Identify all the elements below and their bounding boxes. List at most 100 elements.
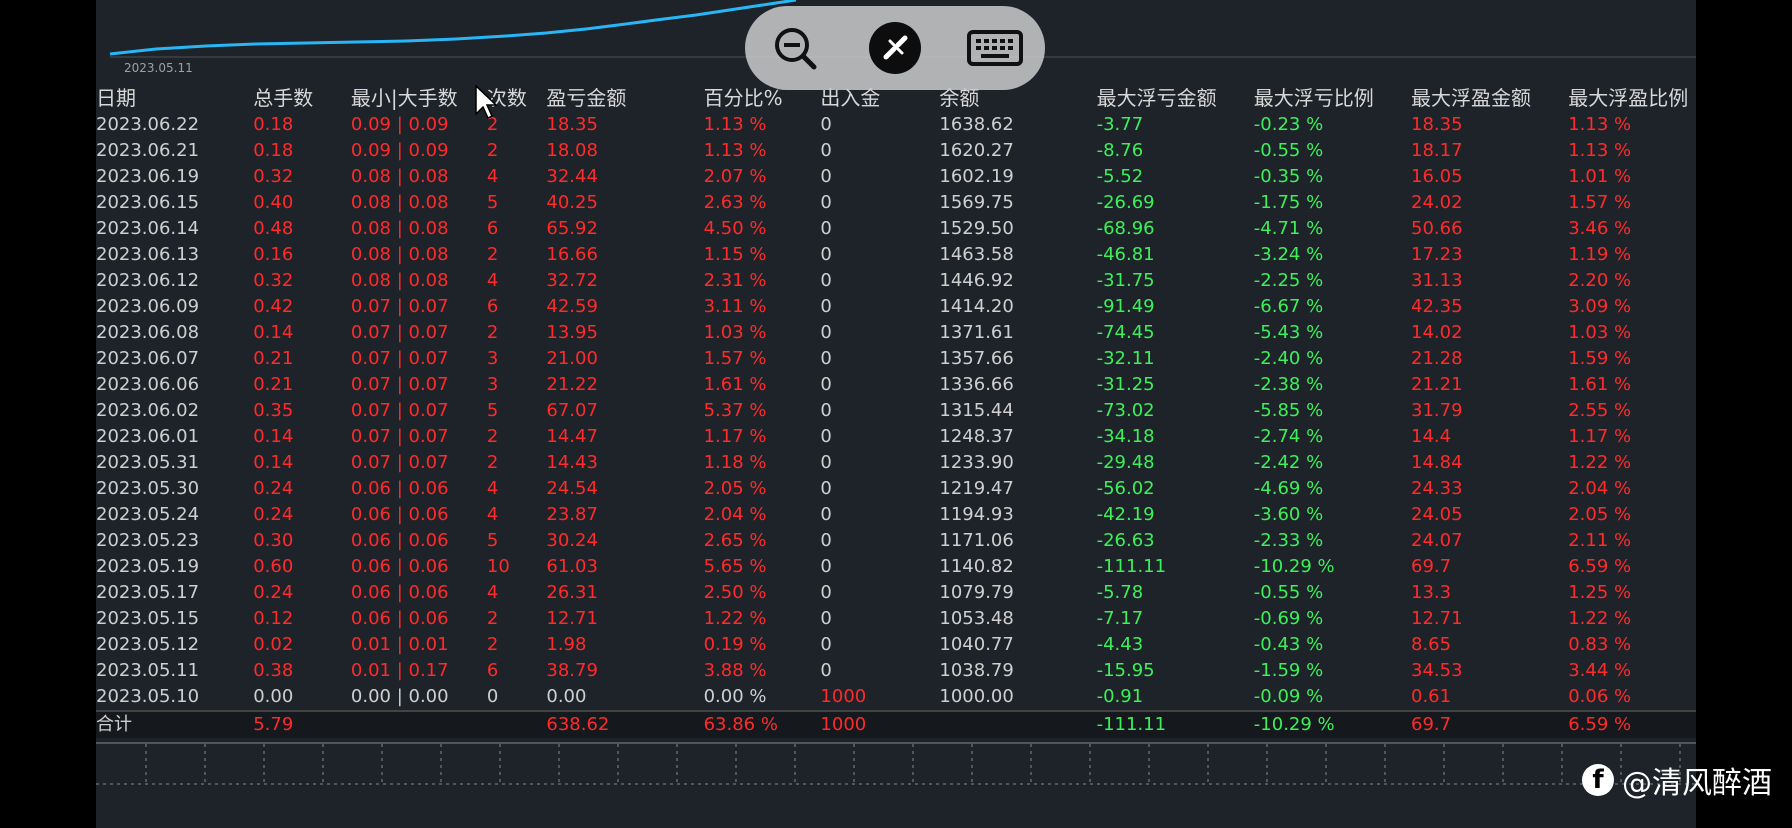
table-row: 2023.06.15 0.40 0.08 | 0.08 5 40.25 2.63 % 0 15… — [96, 190, 1696, 216]
table-cell: 2023.05.10 — [96, 686, 200, 707]
table-cell: 0.24 — [253, 478, 294, 499]
table-cell: 0 — [820, 634, 832, 655]
table-cell: 1638.62 — [939, 114, 1014, 135]
table-cell: 1079.79 — [939, 582, 1014, 603]
table-cell: 2023.05.12 — [96, 634, 200, 655]
table-cell: -29.48 — [1096, 452, 1155, 473]
table-cell: -0.23 % — [1253, 114, 1324, 135]
table-cell: 2 — [486, 322, 499, 343]
bottom-scale — [96, 742, 1696, 785]
table-cell: 14.02 — [1411, 322, 1463, 343]
table-cell: 0.00 — [253, 686, 294, 707]
table-cell: 0.35 — [253, 400, 294, 421]
table-cell: 16.66 — [546, 244, 598, 265]
table-cell: 2.31 % — [703, 270, 767, 291]
table-cell: 14.43 — [546, 452, 598, 473]
table-cell: -0.43 % — [1253, 634, 1324, 655]
table-cell: 0 — [820, 478, 832, 499]
table-cell: 0.38 — [253, 660, 294, 681]
column-header: 日期 — [96, 86, 136, 110]
table-cell: 14.47 — [546, 426, 598, 447]
table-cell: 1.18 % — [703, 452, 767, 473]
trading-report-screen: 2023.05.11 日期 总手数 最小|大手数 次数 盈亏金额 百分比% 出入金 余额 最大浮… — [96, 0, 1696, 828]
table-cell: 0.08 | 0.08 — [350, 270, 449, 291]
table-cell: 14.4 — [1411, 426, 1452, 447]
table-cell: 1000.00 — [939, 686, 1014, 707]
column-header: 盈亏金额 — [546, 86, 627, 110]
table-cell: 3.11 % — [703, 296, 767, 317]
table-cell: 34.53 — [1411, 660, 1463, 681]
table-cell: 31.79 — [1411, 400, 1463, 421]
table-cell: 2023.06.15 — [96, 192, 200, 213]
table-cell: 0 — [820, 114, 832, 135]
table-cell: 1.57 % — [1568, 192, 1632, 213]
table-cell: 0.30 — [253, 530, 294, 551]
table-cell: -7.17 — [1096, 608, 1144, 629]
table-cell: 1.15 % — [703, 244, 767, 265]
table-cell: 30.24 — [546, 530, 598, 551]
disconnect-button[interactable] — [863, 16, 927, 80]
table-row: 2023.06.09 0.42 0.07 | 0.07 6 42.59 3.11 % 0 14… — [96, 294, 1696, 320]
table-cell: 0.07 | 0.07 — [350, 400, 449, 421]
table-cell: 42.59 — [546, 296, 598, 317]
table-cell: 0 — [820, 270, 832, 291]
table-cell: -3.77 — [1096, 114, 1144, 135]
table-cell: 6 — [486, 218, 499, 239]
table-row: 2023.05.10 0.00 0.00 | 0.00 0 0.00 0.00 % 1000… — [96, 684, 1696, 711]
column-header: 最大浮盈比例 — [1568, 86, 1689, 110]
table-cell: -15.95 — [1096, 660, 1155, 681]
column-header: 最大浮盈金额 — [1411, 86, 1531, 110]
table-cell: 0 — [820, 244, 832, 265]
table-cell: 1.61 % — [703, 374, 767, 395]
table-cell: 4 — [486, 270, 499, 291]
table-cell: -26.69 — [1096, 192, 1155, 213]
disconnect-icon — [869, 22, 921, 74]
table-cell: 1.03 % — [703, 322, 767, 343]
table-cell: 1620.27 — [939, 140, 1014, 161]
table-cell: 1414.20 — [939, 296, 1014, 317]
daily-report-table: 日期 总手数 最小|大手数 次数 盈亏金额 百分比% 出入金 余额 最大浮亏金额 最大浮亏比例 最大… — [96, 84, 1696, 738]
table-row: 2023.06.13 0.16 0.08 | 0.08 2 16.66 1.15 % 0 14… — [96, 242, 1696, 268]
table-cell: 1140.82 — [939, 556, 1014, 577]
table-cell: 42.35 — [1411, 296, 1463, 317]
table-row: 2023.06.22 0.18 0.09 | 0.09 2 18.35 1.13 % 0 16… — [96, 112, 1696, 138]
table-row: 2023.05.12 0.02 0.01 | 0.01 2 1.98 0.19 % 0 104… — [96, 632, 1696, 658]
table-cell: 0.07 | 0.07 — [350, 322, 449, 343]
table-cell: 1.22 % — [703, 608, 767, 629]
table-cell: 2023.06.21 — [96, 140, 200, 161]
table-cell: -1.75 % — [1253, 192, 1324, 213]
table-cell: 0 — [820, 452, 832, 473]
table-cell: -3.60 % — [1253, 504, 1324, 525]
table-cell: 0.18 — [253, 140, 294, 161]
table-cell: 0 — [820, 296, 832, 317]
table-cell: 21.22 — [546, 374, 598, 395]
total-cell — [486, 710, 547, 738]
table-row: 2023.06.12 0.32 0.08 | 0.08 4 32.72 2.31 % 0 14… — [96, 268, 1696, 294]
table-cell: 3.44 % — [1568, 660, 1632, 681]
table-cell: 6.59 % — [1568, 556, 1632, 577]
table-cell: 2 — [486, 634, 499, 655]
table-cell: 18.08 — [546, 140, 598, 161]
mouse-cursor-icon — [475, 84, 498, 120]
table-cell: -91.49 — [1096, 296, 1155, 317]
table-cell: 2 — [486, 244, 499, 265]
table-cell: 1248.37 — [939, 426, 1014, 447]
table-cell: 0.24 — [253, 582, 294, 603]
table-cell: 1000 — [820, 686, 867, 707]
table-cell: 1.17 % — [703, 426, 767, 447]
table-cell: 26.31 — [546, 582, 598, 603]
table-cell: 0 — [820, 322, 832, 343]
table-cell: 0 — [820, 504, 832, 525]
table-cell: 40.25 — [546, 192, 598, 213]
keyboard-button[interactable] — [963, 16, 1027, 80]
table-cell: 0 — [820, 192, 832, 213]
table-cell: -31.25 — [1096, 374, 1155, 395]
zoom-out-button[interactable] — [763, 16, 827, 80]
table-cell: 2 — [486, 608, 499, 629]
table-cell: 0.09 | 0.09 — [350, 114, 449, 135]
table-cell: 0.06 % — [1568, 686, 1632, 707]
table-cell: 0.00 — [546, 686, 587, 707]
table-cell: 16.05 — [1411, 166, 1463, 187]
table-cell: 0.06 | 0.06 — [350, 556, 449, 577]
table-cell: 0.32 — [253, 166, 294, 187]
